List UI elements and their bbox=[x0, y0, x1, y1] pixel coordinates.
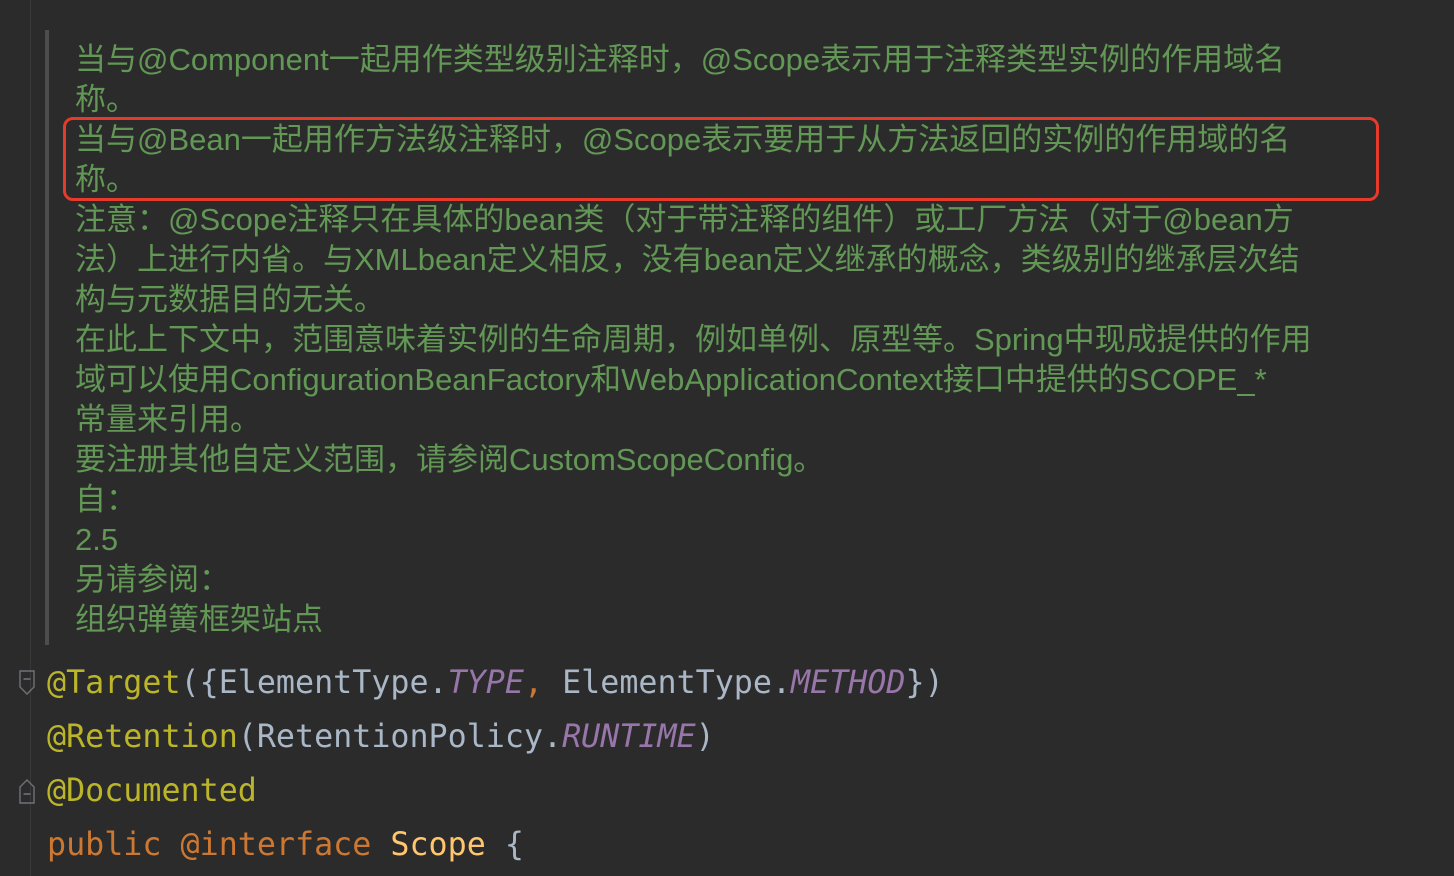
code-line-documented-annotation[interactable]: @Documented bbox=[47, 764, 1447, 818]
annotation-documented: @Documented bbox=[47, 773, 257, 809]
code-line-target-annotation[interactable]: @Target({ElementType.TYPE, ElementType.M… bbox=[47, 656, 1447, 710]
keyword-interface: @interface bbox=[161, 827, 372, 863]
constant-method: METHOD bbox=[791, 665, 906, 701]
paren-close: ) bbox=[695, 719, 715, 755]
doc-line: 当与@Bean一起用作方法级注释时，@Scope表示要用于从方法返回的实例的作用… bbox=[75, 122, 1291, 157]
fold-end-icon[interactable] bbox=[18, 777, 36, 805]
code-editor[interactable]: @Target({ElementType.TYPE, ElementType.M… bbox=[47, 656, 1447, 872]
doc-line: 组织弹簧框架站点 bbox=[75, 602, 323, 637]
interface-name: Scope bbox=[371, 827, 486, 863]
fold-start-icon[interactable] bbox=[18, 669, 36, 697]
rendered-javadoc: 当与@Component一起用作类型级别注释时，@Scope表示用于注释类型实例… bbox=[45, 30, 1445, 645]
doc-line: 称。 bbox=[75, 162, 137, 197]
doc-line: 在此上下文中，范围意味着实例的生命周期，例如单例、原型等。Spring中现成提供… bbox=[75, 322, 1312, 357]
doc-line: 2.5 bbox=[75, 522, 119, 557]
doc-line: 注意：@Scope注释只在具体的bean类（对于带注释的组件）或工厂方法（对于@… bbox=[75, 202, 1294, 237]
doc-line: 域可以使用ConfigurationBeanFactory和WebApplica… bbox=[75, 362, 1267, 397]
annotation-retention: @Retention bbox=[47, 719, 238, 755]
doc-line: 当与@Component一起用作类型级别注释时，@Scope表示用于注释类型实例… bbox=[75, 42, 1286, 77]
paren-close: }) bbox=[905, 665, 944, 701]
doc-line: 构与元数据目的无关。 bbox=[75, 282, 385, 317]
retention-policy-qualifier: RetentionPolicy. bbox=[256, 719, 563, 755]
element-type-qualifier: ElementType. bbox=[218, 665, 448, 701]
doc-line: 法）上进行内省。与XMLbean定义相反，没有bean定义继承的概念，类级别的继… bbox=[75, 242, 1300, 277]
comma: , bbox=[523, 665, 544, 701]
element-type-qualifier: ElementType. bbox=[543, 665, 792, 701]
gutter-divider bbox=[30, 0, 31, 876]
doc-line: 常量来引用。 bbox=[75, 402, 261, 437]
keyword-public: public bbox=[47, 827, 162, 863]
brace-open: { bbox=[485, 827, 524, 863]
constant-type: TYPE bbox=[447, 665, 524, 701]
paren-open: ({ bbox=[180, 665, 219, 701]
annotation-target: @Target bbox=[47, 665, 181, 701]
paren-open: ( bbox=[237, 719, 257, 755]
doc-line: 自： bbox=[75, 482, 137, 517]
doc-line: 另请参阅： bbox=[75, 562, 230, 597]
code-line-retention-annotation[interactable]: @Retention(RetentionPolicy.RUNTIME) bbox=[47, 710, 1447, 764]
doc-line: 要注册其他自定义范围，请参阅CustomScopeConfig。 bbox=[75, 442, 825, 477]
constant-runtime: RUNTIME bbox=[562, 719, 696, 755]
code-line-interface-declaration[interactable]: public @interface Scope { bbox=[47, 818, 1447, 872]
doc-line: 称。 bbox=[75, 82, 137, 117]
